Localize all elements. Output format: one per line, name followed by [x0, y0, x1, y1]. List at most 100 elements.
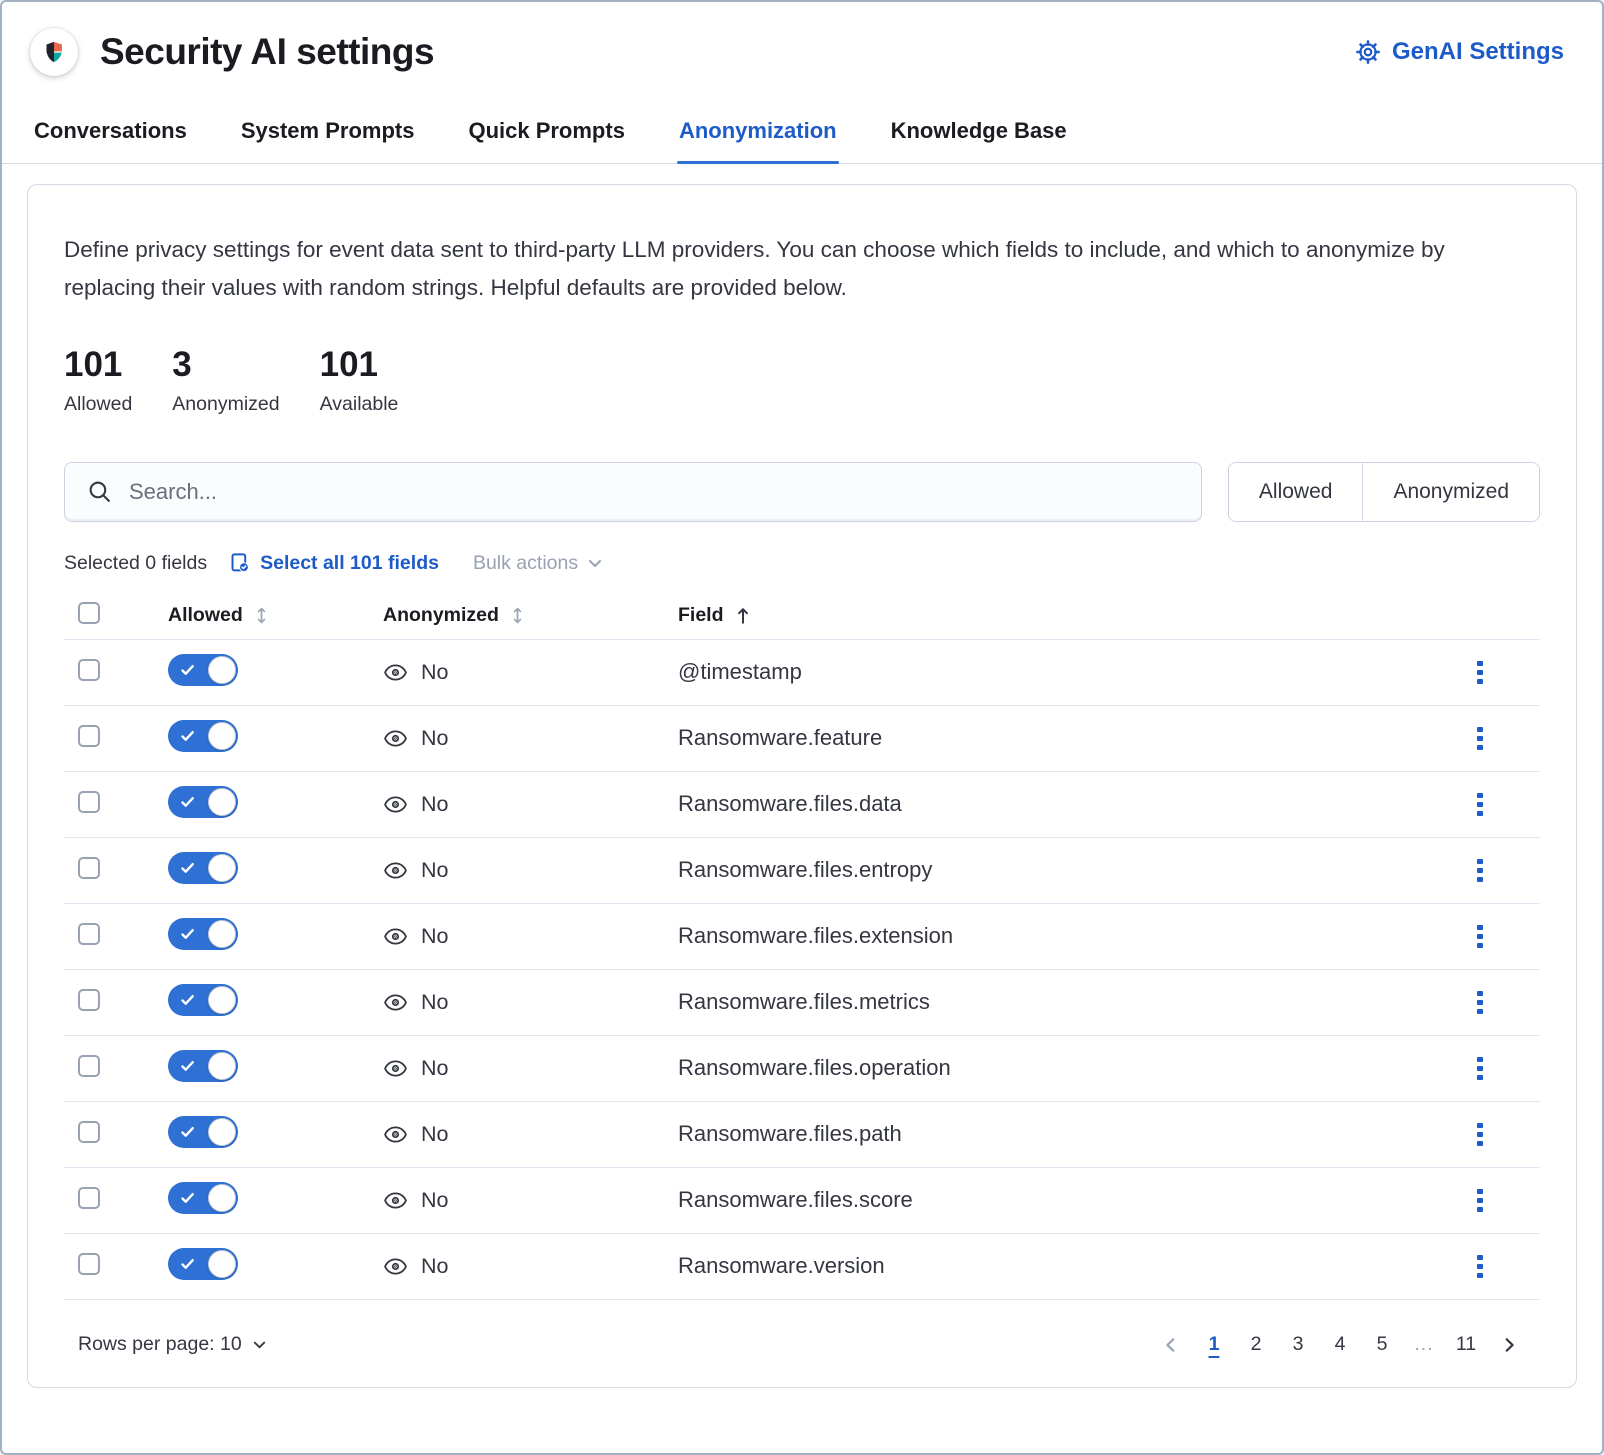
row-actions-button[interactable]: [1471, 1051, 1489, 1087]
stat-label: Anonymized: [172, 393, 279, 416]
row-checkbox[interactable]: [78, 725, 100, 747]
select-all-link[interactable]: Select all 101 fields: [229, 552, 439, 575]
pagination-next-button[interactable]: [1492, 1332, 1526, 1358]
allowed-toggle[interactable]: [168, 1248, 238, 1280]
table-row: No Ransomware.files.extension: [64, 903, 1540, 969]
tab-quick-prompts[interactable]: Quick Prompts: [466, 106, 626, 163]
sort-ascending-icon: [734, 607, 752, 625]
stats-row: 101 Allowed 3 Anonymized 101 Available: [64, 347, 1540, 416]
row-checkbox[interactable]: [78, 1121, 100, 1143]
chevron-down-icon: [587, 555, 603, 571]
anonymized-value: No: [421, 726, 448, 751]
allowed-toggle[interactable]: [168, 1182, 238, 1214]
pagination-page-3[interactable]: 3: [1282, 1328, 1314, 1362]
allowed-toggle[interactable]: [168, 984, 238, 1016]
field-name: Ransomware.files.extension: [678, 923, 953, 948]
field-name: Ransomware.files.data: [678, 791, 902, 816]
allowed-toggle[interactable]: [168, 786, 238, 818]
check-icon: [180, 1058, 196, 1074]
pagination-page-11[interactable]: 11: [1450, 1328, 1482, 1362]
field-name: Ransomware.files.operation: [678, 1055, 951, 1080]
genai-settings-link[interactable]: GenAI Settings: [1355, 38, 1564, 66]
eye-icon: [383, 726, 408, 751]
filter-allowed-button[interactable]: Allowed: [1229, 463, 1363, 521]
toggle-knob: [208, 986, 236, 1014]
eye-icon: [383, 1188, 408, 1213]
row-checkbox[interactable]: [78, 659, 100, 681]
bulk-actions-label: Bulk actions: [473, 552, 578, 575]
check-icon: [180, 1124, 196, 1140]
pagination-prev-button[interactable]: [1154, 1332, 1188, 1358]
allowed-toggle[interactable]: [168, 1050, 238, 1082]
stat-available: 101 Available: [320, 347, 399, 416]
table-row: No Ransomware.files.operation: [64, 1035, 1540, 1101]
allowed-toggle[interactable]: [168, 852, 238, 884]
anonymized-value: No: [421, 1056, 448, 1081]
eye-icon: [383, 1254, 408, 1279]
table-row: No Ransomware.files.score: [64, 1167, 1540, 1233]
allowed-toggle[interactable]: [168, 720, 238, 752]
table-body: No @timestamp No Ransomware: [64, 639, 1540, 1300]
row-checkbox[interactable]: [78, 791, 100, 813]
row-actions-button[interactable]: [1471, 1117, 1489, 1153]
column-header-field[interactable]: Field: [678, 604, 752, 627]
anonymized-value: No: [421, 660, 448, 685]
anonymized-value: No: [421, 1122, 448, 1147]
filter-anonymized-button[interactable]: Anonymized: [1362, 463, 1539, 521]
select-all-checkbox[interactable]: [78, 602, 100, 624]
field-name: Ransomware.files.score: [678, 1187, 913, 1212]
row-actions-button[interactable]: [1471, 721, 1489, 757]
tab-anonymization[interactable]: Anonymization: [677, 106, 839, 163]
row-checkbox[interactable]: [78, 1253, 100, 1275]
pagination-page-4[interactable]: 4: [1324, 1328, 1356, 1362]
toggle-knob: [208, 1052, 236, 1080]
eye-icon: [383, 1056, 408, 1081]
anonymized-value: No: [421, 1254, 448, 1279]
bulk-actions-button[interactable]: Bulk actions: [473, 552, 603, 575]
allowed-toggle[interactable]: [168, 654, 238, 686]
pagination-page-2[interactable]: 2: [1240, 1328, 1272, 1362]
pagination-page-1[interactable]: 1: [1198, 1328, 1230, 1362]
row-actions-button[interactable]: [1471, 1183, 1489, 1219]
tab-system-prompts[interactable]: System Prompts: [239, 106, 417, 163]
field-name: Ransomware.files.entropy: [678, 857, 932, 882]
sortable-icon: [509, 607, 526, 624]
row-checkbox[interactable]: [78, 1187, 100, 1209]
row-checkbox[interactable]: [78, 989, 100, 1011]
anonymized-value: No: [421, 990, 448, 1015]
anonymized-value: No: [421, 792, 448, 817]
toggle-knob: [208, 722, 236, 750]
toggle-knob: [208, 1118, 236, 1146]
toggle-knob: [208, 656, 236, 684]
pagination-page-5[interactable]: 5: [1366, 1328, 1398, 1362]
row-actions-button[interactable]: [1471, 853, 1489, 889]
eye-icon: [383, 990, 408, 1015]
row-actions-button[interactable]: [1471, 1249, 1489, 1285]
allowed-toggle[interactable]: [168, 918, 238, 950]
eye-icon: [383, 792, 408, 817]
row-checkbox[interactable]: [78, 1055, 100, 1077]
genai-settings-label: GenAI Settings: [1392, 38, 1564, 66]
rows-per-page-button[interactable]: Rows per page: 10: [78, 1333, 267, 1356]
check-icon: [180, 1256, 196, 1272]
column-header-allowed[interactable]: Allowed: [168, 604, 270, 627]
tab-conversations[interactable]: Conversations: [32, 106, 189, 163]
tab-knowledge-base[interactable]: Knowledge Base: [889, 106, 1069, 163]
allowed-toggle[interactable]: [168, 1116, 238, 1148]
search-input[interactable]: [129, 479, 1179, 505]
row-actions-button[interactable]: [1471, 787, 1489, 823]
table-row: No Ransomware.files.entropy: [64, 837, 1540, 903]
row-actions-button[interactable]: [1471, 919, 1489, 955]
row-checkbox[interactable]: [78, 923, 100, 945]
boxes-vertical-icon: [1477, 1057, 1483, 1063]
stat-label: Available: [320, 393, 399, 416]
row-actions-button[interactable]: [1471, 655, 1489, 691]
column-header-anonymized[interactable]: Anonymized: [383, 604, 526, 627]
row-checkbox[interactable]: [78, 857, 100, 879]
table-row: No Ransomware.files.path: [64, 1101, 1540, 1167]
boxes-vertical-icon: [1477, 991, 1483, 997]
selected-count: Selected 0 fields: [64, 552, 207, 575]
row-actions-button[interactable]: [1471, 985, 1489, 1021]
boxes-vertical-icon: [1477, 1189, 1483, 1195]
filter-button-group: Allowed Anonymized: [1228, 462, 1540, 522]
